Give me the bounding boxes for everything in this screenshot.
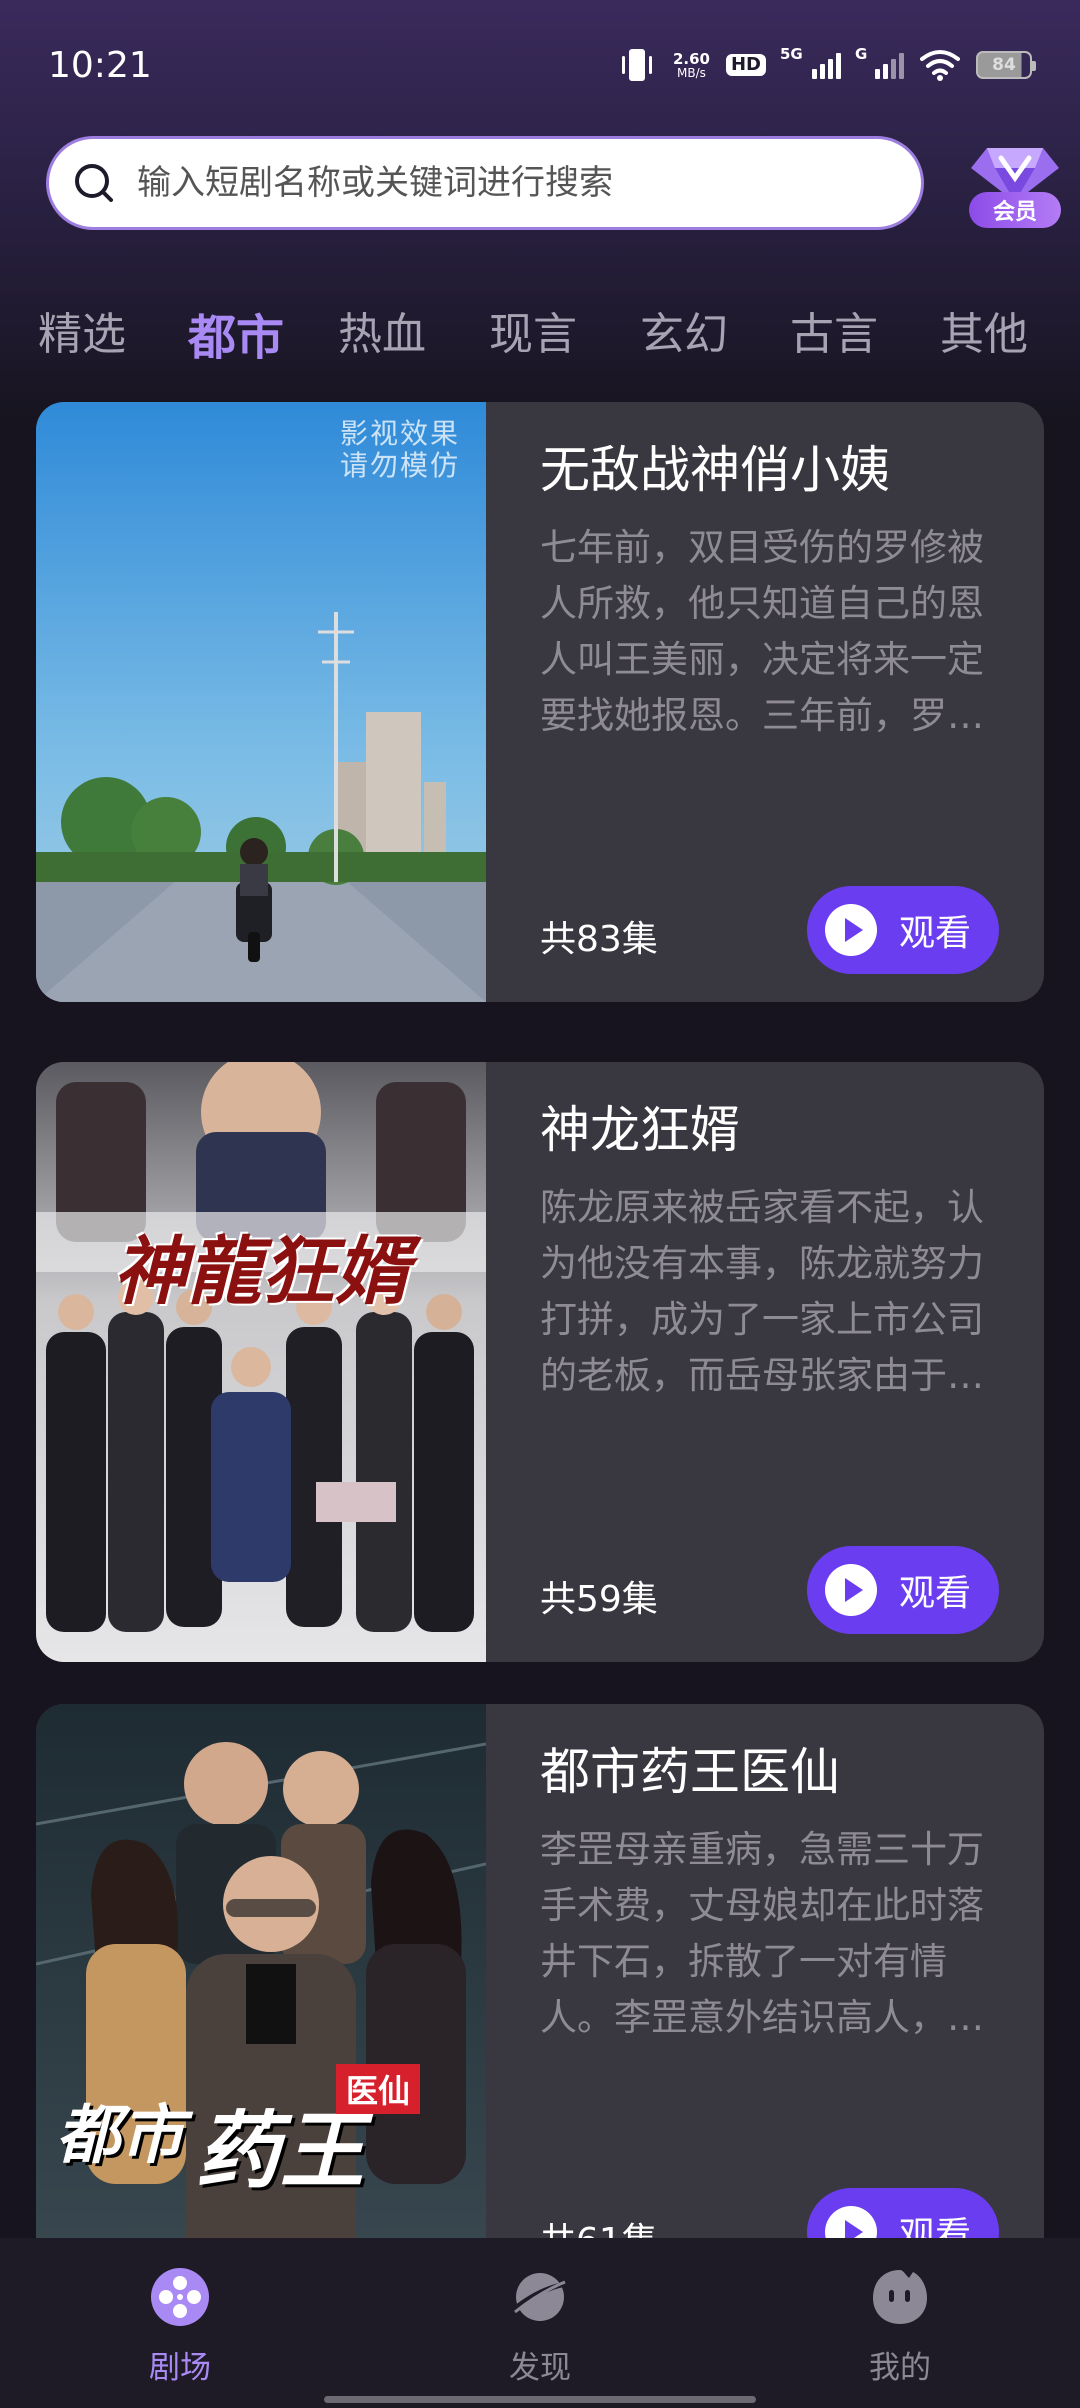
drama-card[interactable]: 都市 药王 医仙 都市药王医仙 李罡母亲重病，急需三十万手术费，丈母娘却在此时落… bbox=[36, 1704, 1044, 2304]
vip-label: 会员 bbox=[969, 192, 1061, 228]
tab-fantasy[interactable]: 玄幻 bbox=[640, 298, 728, 362]
bottom-navigation: 剧场 发现 我的 bbox=[0, 2238, 1080, 2408]
vip-button[interactable]: 会员 bbox=[965, 134, 1065, 234]
drama-title[interactable]: 神龙狂婿 bbox=[540, 1098, 1020, 1163]
episode-count: 共59集 bbox=[540, 1579, 658, 1620]
battery-icon: 84 bbox=[976, 51, 1036, 79]
tab-urban[interactable]: 都市 bbox=[188, 298, 284, 368]
poster-image-street bbox=[36, 402, 486, 1002]
drama-card[interactable]: 神龍狂婿 神龙狂婿 陈龙原来被岳家看不起，认为他没有本事，陈龙就努力打拼，成为了… bbox=[36, 1062, 1044, 1662]
nav-label-mine: 我的 bbox=[869, 2350, 931, 2386]
tab-featured[interactable]: 精选 bbox=[38, 298, 126, 362]
net-speed-unit: MB/s bbox=[677, 65, 706, 80]
signal-5g-icon: 5G bbox=[780, 45, 841, 79]
category-tabs: 精选 都市 热血 现言 玄幻 古言 其他 bbox=[0, 290, 1080, 370]
status-icons: 2.60 MB/s HD 5G G 84 bbox=[617, 45, 1036, 83]
profile-face-icon bbox=[873, 2270, 927, 2324]
tab-ancient-romance[interactable]: 古言 bbox=[790, 298, 878, 362]
signal-5g-label: 5G bbox=[780, 45, 803, 63]
drama-poster[interactable]: 神龍狂婿 bbox=[36, 1062, 486, 1662]
poster-title-text: 神龍狂婿 bbox=[113, 1229, 409, 1315]
watch-button[interactable]: 观看 bbox=[807, 886, 999, 974]
watch-label: 观看 bbox=[899, 1573, 972, 1614]
search-input[interactable] bbox=[137, 163, 897, 203]
search-bar[interactable] bbox=[46, 136, 924, 230]
drama-title[interactable]: 都市药王医仙 bbox=[540, 1740, 1020, 1805]
search-icon bbox=[75, 164, 113, 202]
poster-title-text-3: 医仙 bbox=[336, 2064, 421, 2114]
drama-poster[interactable]: 影视效果 请勿模仿 bbox=[36, 402, 486, 1002]
watch-button[interactable]: 观看 bbox=[807, 1546, 999, 1634]
vibrate-icon bbox=[621, 49, 652, 81]
poster-title-text-1: 都市 bbox=[56, 2098, 184, 2173]
drama-description: 李罡母亲重病，急需三十万手术费，丈母娘却在此时落井下石，拆散了一对有情人。李罡意… bbox=[540, 1828, 984, 2039]
watermark-line-1: 影视效果 bbox=[339, 417, 460, 450]
planet-icon bbox=[511, 2273, 568, 2321]
play-icon bbox=[825, 1564, 877, 1616]
poster-watermark: 影视效果 请勿模仿 bbox=[340, 418, 460, 482]
nav-item-mine[interactable]: 我的 bbox=[780, 2238, 1020, 2408]
status-time: 10:21 bbox=[48, 44, 152, 86]
drama-poster[interactable]: 都市 药王 医仙 bbox=[36, 1704, 486, 2304]
home-indicator[interactable] bbox=[324, 2396, 756, 2403]
network-speed: 2.60 MB/s bbox=[672, 49, 710, 80]
volume-icon[interactable] bbox=[414, 926, 486, 1002]
watermark-line-2: 请勿模仿 bbox=[339, 449, 460, 482]
nav-item-theater[interactable]: 剧场 bbox=[60, 2238, 300, 2408]
poster-image-group bbox=[36, 1062, 486, 1662]
signal-g-icon: G bbox=[855, 45, 904, 79]
hd-voice-icon: HD bbox=[725, 54, 766, 76]
nav-item-discover[interactable]: 发现 bbox=[420, 2238, 660, 2408]
tab-modern-romance[interactable]: 现言 bbox=[489, 298, 577, 362]
drama-card[interactable]: 影视效果 请勿模仿 无敌战神俏小姨 七年前，双目受伤的罗修被人所救，他只知道自己… bbox=[36, 402, 1044, 1002]
drama-title[interactable]: 无敌战神俏小姨 bbox=[540, 438, 1020, 503]
poster-image-cast bbox=[36, 1704, 486, 2304]
tab-other[interactable]: 其他 bbox=[940, 298, 1028, 362]
theater-icon bbox=[151, 2268, 209, 2326]
net-speed-value: 2.60 bbox=[672, 49, 710, 68]
episode-count: 共83集 bbox=[540, 919, 658, 960]
watch-label: 观看 bbox=[899, 913, 972, 954]
drama-description: 七年前，双目受伤的罗修被人所救，他只知道自己的恩人叫王美丽，决定将来一定要找她报… bbox=[540, 526, 984, 737]
nav-label-theater: 剧场 bbox=[149, 2350, 211, 2386]
drama-description: 陈龙原来被岳家看不起，认为他没有本事，陈龙就努力打拼，成为了一家上市公司的老板，… bbox=[540, 1186, 984, 1397]
signal-g-label: G bbox=[855, 45, 868, 63]
wifi-icon bbox=[920, 50, 960, 81]
status-bar: 10:21 2.60 MB/s HD 5G G 84 bbox=[0, 0, 1080, 130]
tab-passion[interactable]: 热血 bbox=[338, 298, 426, 362]
nav-label-discover: 发现 bbox=[509, 2350, 571, 2386]
play-icon bbox=[825, 904, 877, 956]
